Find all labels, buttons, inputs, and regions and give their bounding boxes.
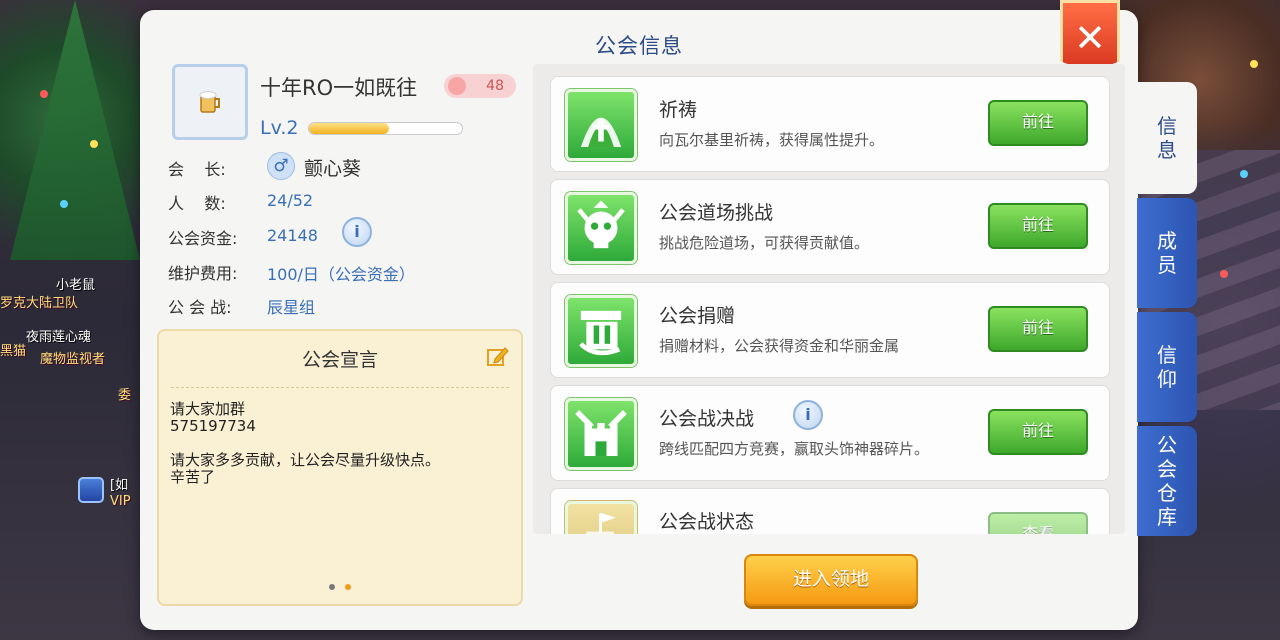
funds-label: 公会资金: [168, 229, 238, 248]
light-dot [1240, 170, 1248, 178]
page-indicator [159, 575, 521, 594]
manifesto-text: 请大家加群 575197734 请大家多多贡献，让公会尽量升级快点。 辛苦了 [170, 400, 441, 486]
manifesto-box: 公会宣言 请大家加群 575197734 请大家多多贡献，让公会尽量升级快点。 … [157, 329, 523, 606]
go-button-donate[interactable]: 前往 [988, 306, 1088, 352]
prayer-icon [565, 89, 637, 161]
tab-label: 信仰 [1157, 343, 1177, 391]
activity-title: 公会战状态 [659, 511, 755, 533]
tab-guild-storage[interactable]: 公会仓库 [1137, 426, 1197, 536]
light-dot [60, 200, 68, 208]
upkeep-label: 维护费用: [168, 264, 238, 283]
tab-label: 成员 [1157, 229, 1177, 277]
tab-label: 信息 [1157, 114, 1177, 162]
guild-level: Lv.2 [260, 117, 299, 139]
go-button-dojo[interactable]: 前往 [988, 203, 1088, 249]
bg-player-title: 罗克大陆卫队 [0, 296, 79, 311]
panel-title: 公会信息 [595, 34, 683, 58]
tab-label: 公会仓库 [1157, 433, 1177, 529]
leader-label: 会 长: [168, 160, 226, 179]
manifesto-title: 公会宣言 [301, 349, 378, 371]
tab-info[interactable]: 信息 [1137, 82, 1197, 194]
go-button-prayer[interactable]: 前往 [988, 100, 1088, 146]
light-dot [40, 90, 48, 98]
activity-card-dojo: 公会道场挑战 挑战危险道场，可获得贡献值。 前往 [550, 179, 1110, 275]
activity-title: 公会战决战 [659, 408, 755, 430]
bg-vip-label: VIP [110, 494, 131, 509]
tab-members[interactable]: 成员 [1137, 198, 1197, 308]
castle-icon [565, 398, 637, 470]
activity-title: 祈祷 [659, 99, 698, 121]
guild-emblem [172, 64, 248, 140]
close-button[interactable]: ✕ [1060, 0, 1120, 72]
divider [171, 387, 509, 388]
guild-war-label: 公 会 战: [168, 298, 232, 317]
light-dot [1220, 270, 1228, 278]
flag-castle-icon [565, 501, 637, 534]
view-button-war-status[interactable]: 查看 [988, 512, 1088, 534]
donate-icon [565, 295, 637, 367]
bg-player-name: [如 [110, 478, 129, 493]
members-label: 人 数: [168, 194, 226, 213]
edit-icon[interactable] [485, 345, 509, 369]
activity-list[interactable]: 祈祷 向瓦尔基里祈祷，获得属性提升。 前往 公会道场挑战 挑战危险道场，可获得贡… [533, 64, 1125, 534]
guild-name: 十年RO一如既往 [260, 76, 418, 100]
activity-card-prayer: 祈祷 向瓦尔基里祈祷，获得属性提升。 前往 [550, 76, 1110, 172]
tab-faith[interactable]: 信仰 [1137, 312, 1197, 422]
badge-icon [448, 77, 466, 95]
level-progress-fill [309, 123, 389, 134]
guild-war-info-icon[interactable]: i [793, 400, 823, 430]
level-progress-bar [308, 122, 463, 135]
activity-desc: 捐赠材料，公会获得资金和华丽金属 [659, 337, 900, 355]
bg-player-title: 魔物监视者 [40, 352, 106, 367]
skull-icon [565, 192, 637, 264]
activity-card-guild-war: 公会战决战 i 跨线匹配四方竞赛，赢取头饰神器碎片。 前往 [550, 385, 1110, 481]
upkeep-value: 100/日（公会资金） [267, 265, 415, 284]
vip-emblem-icon [78, 477, 104, 503]
bg-player-name: 委 [118, 388, 132, 403]
activity-desc: 挑战危险道场，可获得贡献值。 [659, 234, 870, 252]
bg-player-name: 夜雨莲心魂 [26, 330, 92, 345]
guild-war-value: 辰星组 [267, 298, 316, 317]
activity-title: 公会道场挑战 [659, 202, 774, 224]
light-dot [1250, 60, 1258, 68]
bg-player-name: 小老鼠 [56, 278, 96, 293]
funds-value: 24148 [267, 226, 318, 245]
light-dot [90, 140, 98, 148]
activity-title: 公会捐赠 [659, 305, 736, 327]
male-gender-icon: ♂ [267, 152, 295, 180]
christmas-tree [10, 0, 140, 260]
beer-mug-icon [199, 91, 220, 113]
enter-territory-button[interactable]: 进入领地 [744, 554, 918, 606]
page-dot-active [344, 584, 351, 590]
go-button-guild-war[interactable]: 前往 [988, 409, 1088, 455]
member-badge-count: 48 [486, 78, 504, 94]
activity-desc: 跨线匹配四方竞赛，赢取头饰神器碎片。 [659, 440, 930, 458]
page-dot [329, 584, 336, 590]
leader-name: 颤心葵 [304, 158, 362, 180]
activity-card-donate: 公会捐赠 捐赠材料，公会获得资金和华丽金属 前往 [550, 282, 1110, 378]
members-value: 24/52 [267, 191, 314, 210]
activity-desc: 向瓦尔基里祈祷，获得属性提升。 [659, 131, 885, 149]
member-badge: 48 [444, 74, 516, 98]
bg-player-name: 黑猫 [0, 344, 27, 359]
funds-info-icon[interactable]: i [342, 217, 372, 247]
activity-card-war-status: 公会战状态 查看 [550, 488, 1110, 534]
